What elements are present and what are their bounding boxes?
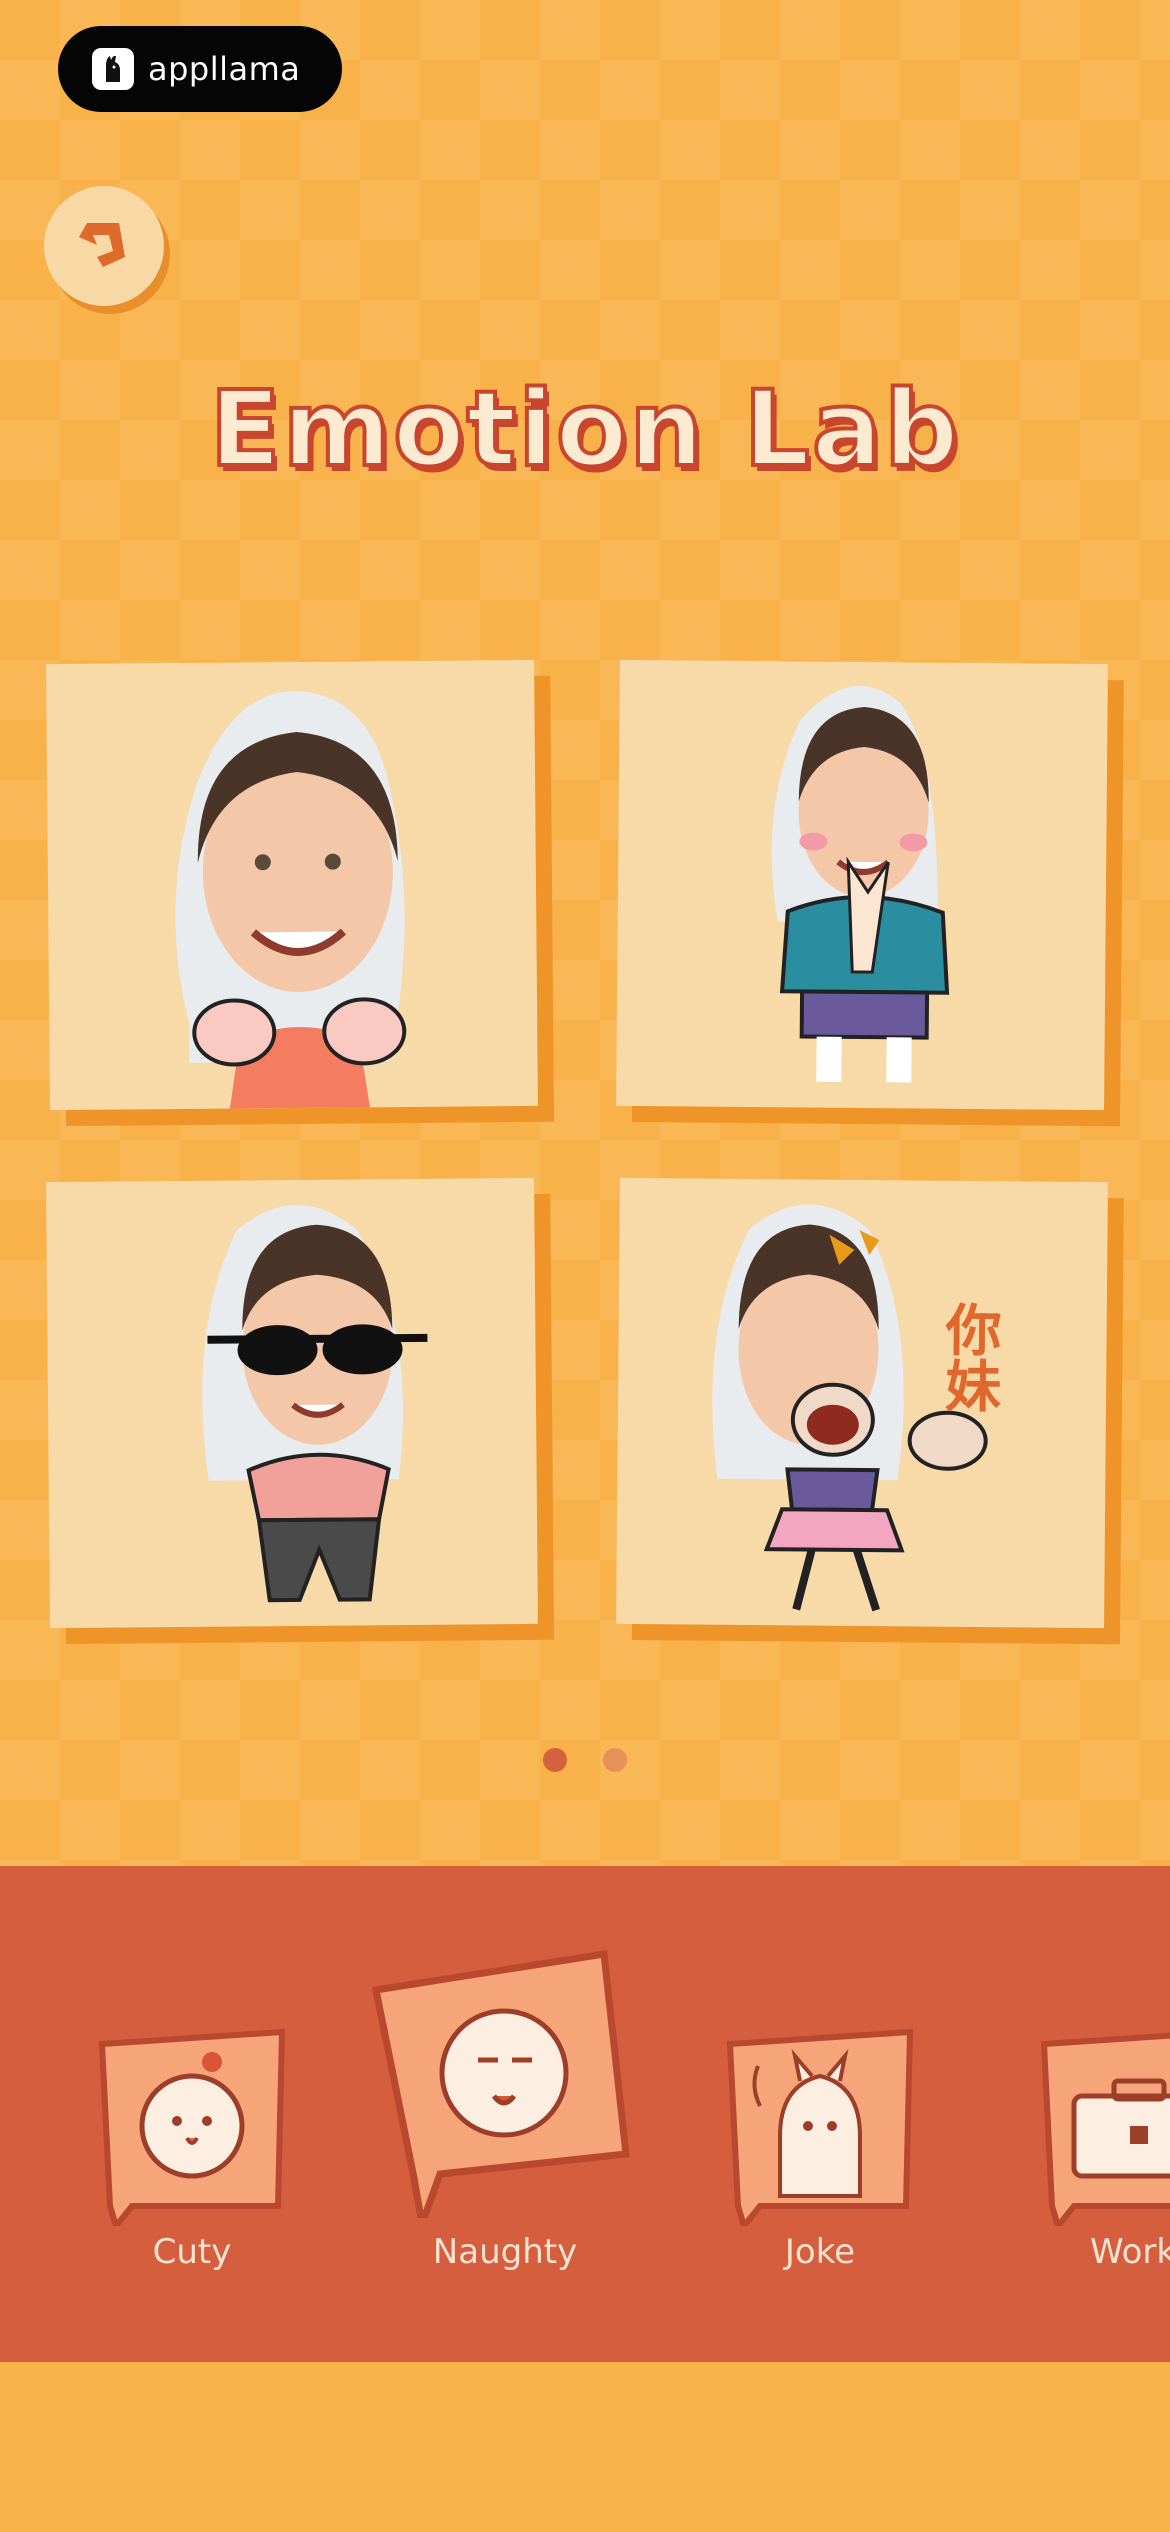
category-naughty[interactable]: Naughty [370,1948,640,2272]
sticker-girl-angry: 你妹 [712,1204,1002,1612]
briefcase-icon [1040,2032,1170,2233]
app-badge[interactable]: appllama [58,26,342,112]
sticker-girl-sunglasses [202,1205,428,1603]
category-label-naughty: Naughty [432,2232,578,2272]
sticker-card-3[interactable] [46,1177,538,1629]
category-label-cuty: Cuty [152,2232,232,2272]
pager-dot-1[interactable] [543,1748,567,1772]
category-joke[interactable]: Joke [720,2026,920,2272]
category-work[interactable]: Work [1034,2026,1170,2266]
page-title: Emotion Lab [208,366,961,492]
sticker-girl-praying [771,685,950,1083]
category-cuty[interactable]: Cuty [92,2026,292,2272]
sticker-card-2[interactable] [616,659,1108,1111]
back-arrow-icon [79,223,125,267]
sticker-girl-thumbs-down [175,691,407,1109]
sticker-caption: 你妹 [935,1301,1002,1414]
sticker-card-1[interactable] [46,659,538,1111]
category-label-work: Work [1090,2232,1170,2266]
app-name: appllama [148,50,301,88]
cute-face-icon [98,2028,286,2233]
pager-dot-2[interactable] [603,1748,627,1772]
back-button[interactable] [44,186,164,306]
llama-logo-icon [92,48,134,90]
sticker-card-4[interactable]: 你妹 [616,1177,1108,1629]
category-label-joke: Joke [784,2232,856,2272]
llama-icon [726,2028,914,2233]
category-bar: Cuty Naughty Joke Work [0,1866,1170,2362]
naughty-face-icon [371,1949,630,2238]
bottom-spacer [0,2362,1170,2532]
